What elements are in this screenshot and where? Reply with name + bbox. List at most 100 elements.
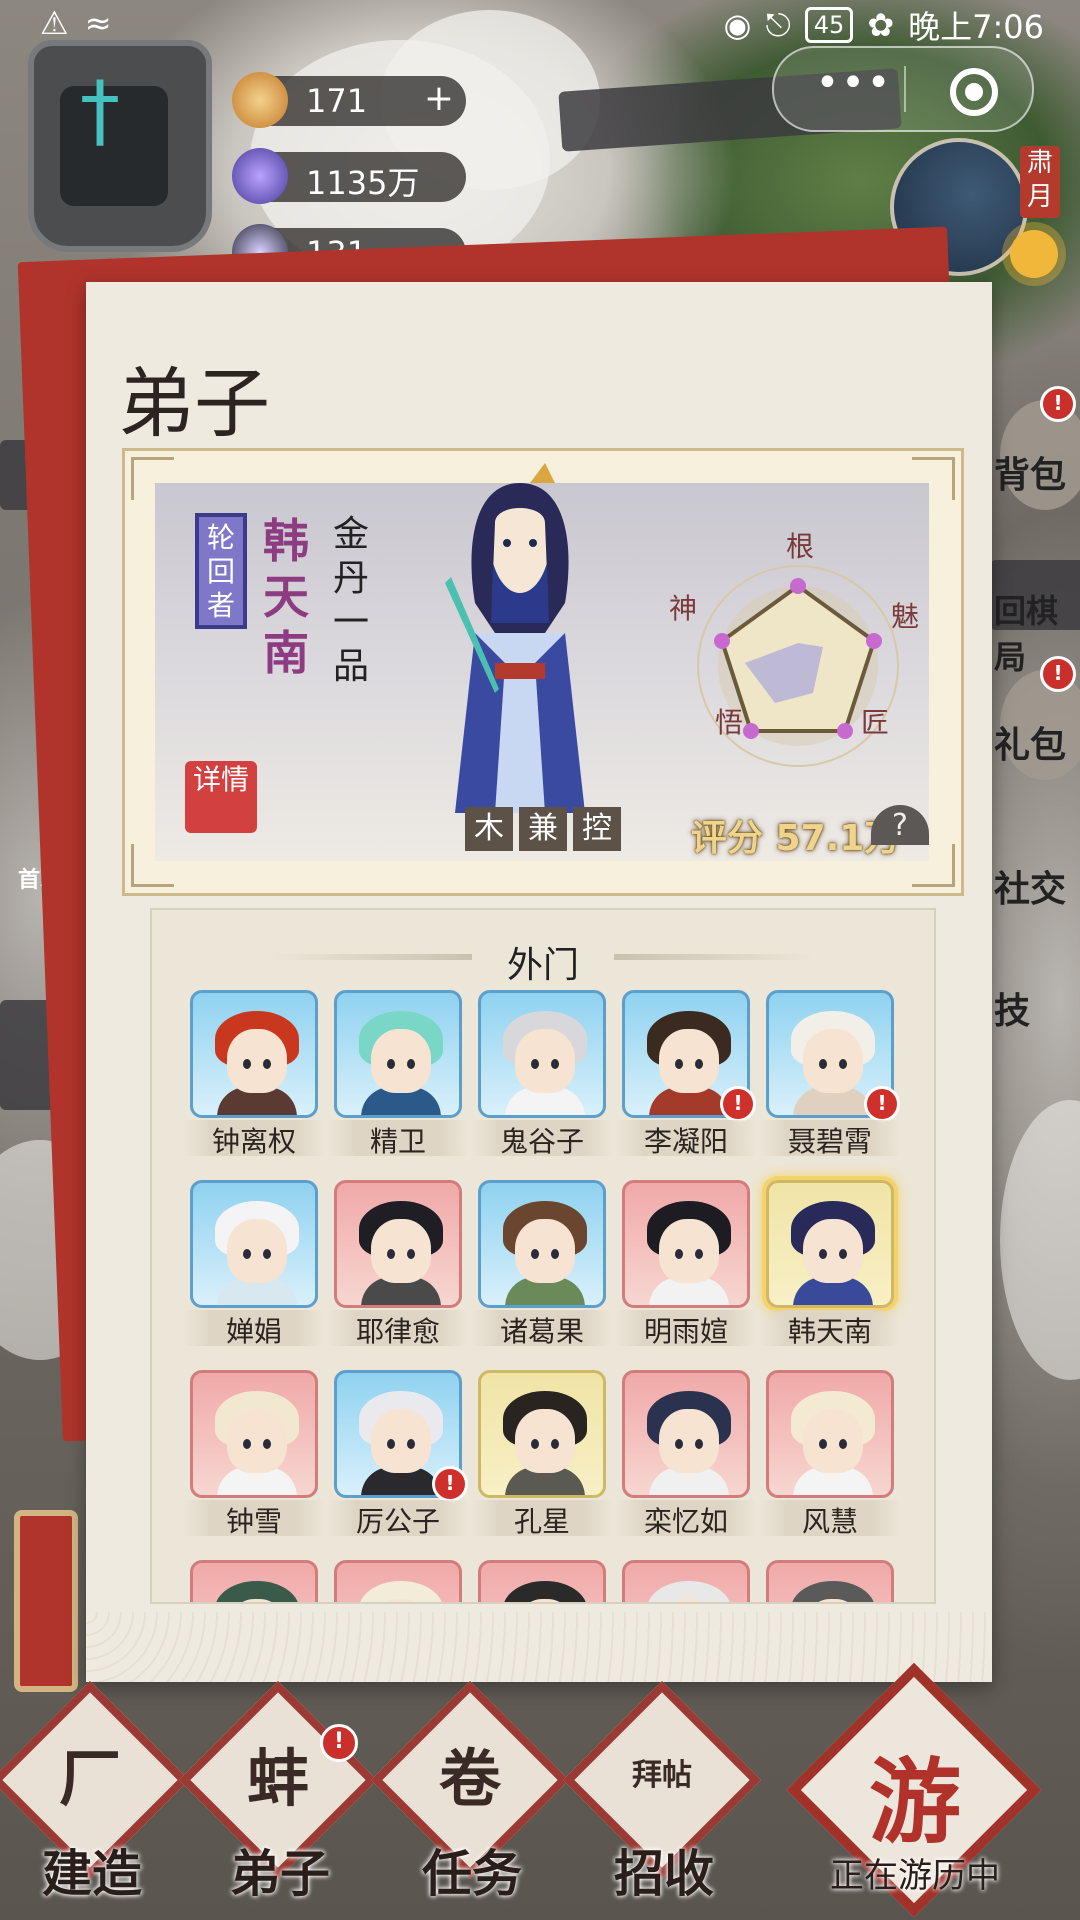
disciple-name: 厉公子 [355,1505,440,1538]
disciple-portrait [334,1180,462,1308]
disciple-card[interactable]: 钟雪 [184,1370,324,1538]
disciple-eye [243,1249,251,1259]
nav-recruit[interactable]: 拜帖 招收 [563,1681,761,1903]
disciple-eye [407,1059,415,1069]
disciple-card[interactable]: ! 厉公子 [328,1370,468,1538]
nav-build[interactable]: 厂 建造 [0,1681,189,1903]
travel-status: 正在游历中 [830,1856,1000,1896]
season-badge: 肃月 [1020,146,1060,218]
disciple-card[interactable]: 风慧 [760,1370,900,1538]
roster-tab-row: 外门 [152,928,934,986]
disciple-card[interactable] [190,1560,318,1602]
disciple-eye [243,1059,251,1069]
disciple-portrait [766,1180,894,1308]
disciple-eye [387,1439,395,1449]
nav-label: 弟子 [230,1844,330,1903]
disciple-eye [531,1059,539,1069]
detail-button[interactable]: 详情 [185,761,257,833]
disciple-card[interactable]: 精卫 [328,990,468,1158]
disciple-eye [695,1249,703,1259]
disciple-eye [551,1439,559,1449]
more-menu-button[interactable]: ••• [814,63,894,110]
disciple-eye [531,1439,539,1449]
disciple-card[interactable]: 鬼谷子 [472,990,612,1158]
disciple-eye [407,1439,415,1449]
disciple-face [227,1029,287,1093]
disciple-name: 钟离权 [211,1125,296,1158]
task-icon: 卷 [438,1742,501,1815]
nav-label: 建造 [42,1844,142,1903]
disciple-portrait [190,1560,318,1602]
disciple-card[interactable] [478,1560,606,1602]
nav-disciple[interactable]: 蚌 弟子 ! [179,1681,377,1903]
panel-title: 弟子 [118,359,270,448]
close-miniprogram-button[interactable] [950,68,998,116]
disciple-panel: 弟子 轮回者 韩天南 金丹一品 详情 木 兼 控 根 魅 匠 悟 神 评分 57… [86,282,992,1682]
disciple-portrait [190,990,318,1118]
trait-tag: 控 [573,807,621,851]
disciple-eye [839,1439,847,1449]
skill-label[interactable]: 技 [994,982,1030,1034]
disciple-eye [675,1059,683,1069]
panel-pattern-footer [86,1612,992,1682]
disciple-eye [387,1249,395,1259]
attribute-radar-chart[interactable] [685,553,911,779]
disciple-card[interactable] [334,1560,462,1602]
disciple-eye [695,1439,703,1449]
disciple-card[interactable] [622,1560,750,1602]
disciple-card[interactable]: 耶律愈 [328,1180,468,1348]
reincarnator-tag: 轮回者 [195,513,247,629]
travel-button[interactable]: 游 正在游历中 [780,1662,1050,1918]
status-bar: ⚠ ≈ ◉ ⎋ 45 ✿ 晚上7:06 [0,0,1080,46]
disciple-name: 孔星 [513,1505,570,1538]
disciple-card[interactable]: 栾忆如 [616,1370,756,1538]
disciple-eye [407,1249,415,1259]
bag-label: 背包 [994,455,1067,496]
disciple-face [803,1029,863,1093]
tab-outer-sect[interactable]: 外门 [152,936,934,988]
resource-spirit-stone[interactable]: 171 + [232,72,466,128]
disciple-face [515,1409,575,1473]
disciple-face [803,1409,863,1473]
eye-icon: ◉ [723,6,752,44]
disciple-face [227,1219,287,1283]
disciple-name: 风慧 [801,1505,858,1538]
alert-badge-icon: ! [864,1086,900,1122]
disciple-card[interactable] [766,1560,894,1602]
disciple-portrait [766,1560,894,1602]
radar-label-craft: 匠 [861,706,890,739]
social-label[interactable]: 社交 [994,860,1066,912]
build-icon: 厂 [58,1742,121,1815]
disciple-card[interactable]: 韩天南 [760,1180,900,1348]
disciple-card[interactable]: 诸葛果 [472,1180,612,1348]
disciple-eye [551,1059,559,1069]
disciple-face [371,1029,431,1093]
disciple-eye [675,1439,683,1449]
radar-label-insight: 悟 [715,706,744,739]
scroll-icon[interactable] [14,1510,78,1692]
disciple-roster: 外门 钟离权 精卫 鬼谷子! 李凝阳! 聂碧霄 婵娟 耶律愈 诸葛果 明雨媗 韩天南 钟雪! 厉公子孔… [150,908,936,1604]
add-resource-button[interactable]: + [424,78,454,119]
nav-task[interactable]: 卷 任务 [371,1681,569,1903]
mute-icon: ⎋ [765,5,791,44]
disciple-card[interactable]: 孔星 [472,1370,612,1538]
miniprogram-capsule: ••• [772,46,1034,132]
disciple-face [515,1219,575,1283]
disciple-name: 诸葛果 [499,1315,584,1348]
disciple-portrait [334,1560,462,1602]
clock: 晚上7:06 [908,8,1044,46]
recruit-card-icon: 拜帖 [632,1758,692,1793]
character-portrait[interactable] [435,463,605,823]
disciple-card[interactable]: ! 李凝阳 [616,990,756,1158]
disciple-card[interactable]: ! 聂碧霄 [760,990,900,1158]
disciple-eye [243,1439,251,1449]
capsule-divider [904,66,906,112]
disciple-card[interactable]: 钟离权 [184,990,324,1158]
disciple-face [515,1029,575,1093]
disciple-card[interactable]: 婵娟 [184,1180,324,1348]
disciple-card[interactable]: 明雨媗 [616,1180,756,1348]
alert-badge-icon: ! [432,1466,468,1502]
sect-emblem[interactable]: † [28,40,212,252]
character-rank: 金丹一品 [333,514,370,687]
disciple-portrait [478,1560,606,1602]
